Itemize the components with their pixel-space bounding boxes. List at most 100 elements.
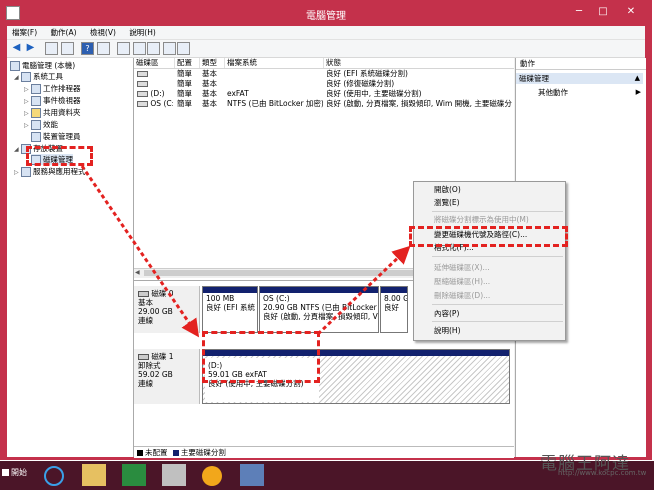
navigation-tree: 電腦管理 (本機) ◢ 系統工具 ▷ 工作排程器 ▷ 事件檢視器 ▷ 共用資料夾 ▷ 效能…	[7, 58, 134, 457]
properties-icon[interactable]	[147, 42, 160, 55]
tools-icon	[21, 72, 31, 82]
disk-1-label[interactable]: 磁碟 1 卸除式 59.02 GB 連線	[134, 349, 200, 404]
disk-1-status: 連線	[138, 379, 153, 388]
view-icon[interactable]	[177, 42, 190, 55]
menu-view[interactable]: 檢視(V)	[85, 26, 122, 39]
menu-item-change-drive-letter[interactable]: 變更磁碟機代號及路徑(C)...	[434, 229, 527, 240]
tree-item-disk-management[interactable]: 磁碟管理	[31, 154, 73, 165]
column-header-filesystem[interactable]: 檔案系統	[225, 58, 324, 68]
menu-action[interactable]: 動作(A)	[46, 26, 83, 39]
file-explorer-icon[interactable]	[82, 464, 106, 486]
close-button[interactable]: ✕	[616, 4, 646, 20]
actions-section-disk-management[interactable]: 磁碟管理 ▲	[516, 73, 643, 84]
tree-item-task-scheduler[interactable]: ▷ 工作排程器	[24, 83, 81, 94]
pacman-icon[interactable]	[202, 466, 222, 486]
device-icon	[31, 132, 41, 142]
disk-icon	[138, 291, 149, 297]
column-header-layout[interactable]: 配置	[175, 58, 200, 68]
event-log-icon	[31, 96, 41, 106]
forward-arrow-icon[interactable]: ▶	[25, 42, 36, 53]
watermark: 電腦王阿達 http://www.kocpc.com.tw	[540, 454, 647, 477]
open-folder-icon[interactable]	[133, 42, 146, 55]
internet-explorer-icon[interactable]	[44, 466, 64, 486]
storage-icon	[21, 144, 31, 154]
computer-management-taskbar-icon[interactable]	[240, 464, 264, 486]
tree-item-root[interactable]: 電腦管理 (本機)	[10, 60, 75, 71]
drive-icon	[137, 71, 148, 77]
disk-icon	[138, 354, 149, 360]
menu-item-shrink[interactable]: 壓縮磁碟區(H)...	[434, 276, 490, 287]
minimize-button[interactable]: ─	[568, 4, 590, 20]
tree-item-storage[interactable]: ◢ 存放裝置	[14, 143, 63, 154]
menu-item-open[interactable]: 開啟(O)	[434, 184, 461, 195]
menu-separator	[432, 211, 563, 212]
collapse-arrow-icon[interactable]: ▲	[635, 73, 640, 84]
services-icon	[21, 167, 31, 177]
scroll-left-icon[interactable]: ◀	[135, 269, 140, 276]
menu-item-delete[interactable]: 刪除磁碟區(D)...	[434, 290, 490, 301]
title-bar[interactable]: 電腦管理 ─ □ ✕	[0, 0, 652, 26]
menu-item-explore[interactable]: 瀏覽(E)	[434, 197, 460, 208]
expanded-arrow-icon[interactable]: ◢	[14, 72, 21, 83]
collapsed-arrow-icon[interactable]: ▷	[24, 120, 31, 131]
show-hide-tree-icon[interactable]	[61, 42, 74, 55]
tree-item-system-tools[interactable]: ◢ 系統工具	[14, 71, 63, 82]
partition-d[interactable]: (D:) 59.01 GB exFAT 良好 (使用中, 主要磁碟分割)	[202, 349, 510, 404]
collapsed-arrow-icon[interactable]: ▷	[24, 84, 31, 95]
maximize-button[interactable]: □	[592, 4, 614, 20]
collapsed-arrow-icon[interactable]: ▷	[24, 96, 31, 107]
disk-0-status: 連線	[138, 316, 153, 325]
menu-item-extend[interactable]: 延伸磁碟區(X)...	[434, 262, 490, 273]
refresh-icon[interactable]	[117, 42, 130, 55]
toolbar: ◀ ▶ ?	[7, 40, 645, 58]
menu-help[interactable]: 說明(H)	[124, 26, 162, 39]
context-menu: 開啟(O) 瀏覽(E) 將磁碟分割標示為使用中(M) 變更磁碟機代號及路徑(C)…	[413, 181, 566, 341]
menu-separator	[432, 304, 563, 305]
drive-icon	[137, 101, 148, 107]
store-icon[interactable]	[122, 464, 146, 486]
tree-item-device-manager[interactable]: 裝置管理員	[31, 131, 81, 142]
tree-item-services[interactable]: ▷ 服務與應用程式	[14, 166, 86, 177]
actions-header: 動作	[516, 58, 646, 70]
partition-recovery[interactable]: 8.00 GB 良好	[380, 286, 408, 333]
column-header-type[interactable]: 類型	[200, 58, 225, 68]
table-row[interactable]: OS (C:) 簡單 基本 NTFS (已由 BitLocker 加密) 良好 …	[134, 99, 514, 109]
menu-file[interactable]: 檔案(F)	[7, 26, 43, 39]
collapsed-arrow-icon[interactable]: ▷	[24, 108, 31, 119]
menu-item-mark-active[interactable]: 將磁碟分割標示為使用中(M)	[434, 214, 529, 225]
drive-icon	[137, 91, 148, 97]
menu-separator	[432, 321, 563, 322]
console-icon[interactable]	[97, 42, 110, 55]
partition-efi[interactable]: 100 MB 良好 (EFI 系統	[202, 286, 258, 333]
up-folder-icon[interactable]	[45, 42, 58, 55]
disk-0-label[interactable]: 磁碟 0 基本 29.00 GB 連線	[134, 286, 200, 333]
table-row[interactable]: 簡單 基本 良好 (EFI 系統磁碟分割)	[134, 69, 514, 79]
menu-item-help[interactable]: 說明(H)	[434, 325, 461, 336]
disk-0-name: 磁碟 0	[151, 289, 174, 298]
menu-item-properties[interactable]: 內容(P)	[434, 308, 459, 319]
collapsed-arrow-icon[interactable]: ▷	[14, 167, 21, 178]
clock-icon	[31, 84, 41, 94]
volume-list-header: 磁碟區 配置 類型 檔案系統 狀態	[134, 58, 514, 69]
table-row[interactable]: 簡單 基本 良好 (修復磁碟分割)	[134, 79, 514, 89]
tree-item-shared-folders[interactable]: ▷ 共用資料夾	[24, 107, 81, 118]
table-row[interactable]: (D:) 簡單 基本 exFAT 良好 (使用中, 主要磁碟分割)	[134, 89, 514, 99]
tree-item-performance[interactable]: ▷ 效能	[24, 119, 58, 130]
help-icon[interactable]: ?	[81, 42, 94, 55]
settings-tool-icon[interactable]	[162, 464, 186, 486]
more-actions[interactable]: 其他動作 ▶	[538, 87, 643, 98]
column-header-status[interactable]: 狀態	[324, 58, 511, 68]
partition-os-c[interactable]: OS (C:) 20.90 GB NTFS (已由 BitLocker 良好 (…	[259, 286, 379, 333]
expanded-arrow-icon[interactable]: ◢	[14, 144, 21, 155]
column-header-volume[interactable]: 磁碟區	[134, 58, 175, 68]
folder-icon	[31, 108, 41, 118]
tree-item-event-viewer[interactable]: ▷ 事件檢視器	[24, 95, 81, 106]
windows-logo-icon	[2, 469, 9, 476]
menu-item-format[interactable]: 格式化(F)...	[434, 242, 474, 253]
primary-swatch	[172, 450, 179, 456]
search-icon[interactable]	[163, 42, 176, 55]
back-arrow-icon[interactable]: ◀	[11, 42, 22, 53]
start-button[interactable]: 開始	[2, 467, 27, 478]
disk-1-size: 59.02 GB	[138, 370, 173, 379]
performance-icon	[31, 120, 41, 130]
